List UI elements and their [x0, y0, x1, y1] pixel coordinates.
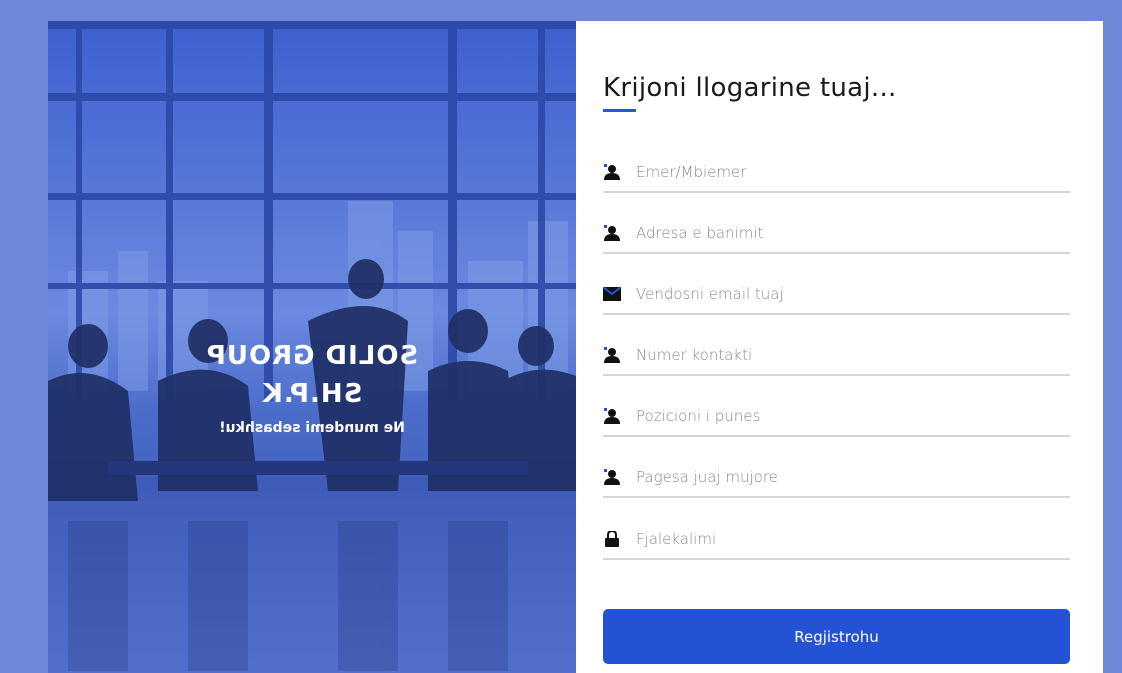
contact-number-field-row	[603, 336, 1070, 376]
email-input[interactable]	[636, 279, 1056, 309]
full-name-input[interactable]	[636, 157, 1056, 187]
job-position-input[interactable]	[636, 401, 1056, 431]
address-input[interactable]	[636, 218, 1056, 248]
signup-card: SOLID GROUP SH.P.K Ne mundemi sebashku! …	[48, 21, 1103, 673]
full-name-field-row	[603, 153, 1070, 193]
password-input[interactable]	[636, 524, 1056, 554]
monthly-salary-field-row	[603, 458, 1070, 498]
address-field-row	[603, 214, 1070, 254]
job-position-field-row	[603, 397, 1070, 437]
contact-number-input[interactable]	[636, 340, 1056, 370]
company-tagline: Ne mundemi sebashku!	[219, 420, 405, 436]
user-icon	[603, 468, 621, 486]
monthly-salary-input[interactable]	[636, 462, 1056, 492]
register-button[interactable]: Regjistrohu	[603, 609, 1070, 664]
company-type: SH.P.K	[261, 379, 363, 409]
form-title: Krijoni llogarine tuaj...	[603, 73, 897, 103]
hero-text-block: SOLID GROUP SH.P.K Ne mundemi sebashku!	[48, 339, 576, 437]
lock-icon	[603, 530, 621, 548]
user-icon	[603, 163, 621, 181]
user-icon	[603, 224, 621, 242]
title-underline	[603, 109, 636, 112]
company-name: SOLID GROUP	[205, 341, 419, 371]
envelope-icon	[603, 285, 621, 303]
user-icon	[603, 407, 621, 425]
hero-image-panel: SOLID GROUP SH.P.K Ne mundemi sebashku!	[48, 21, 576, 673]
user-icon	[603, 346, 621, 364]
signup-form-panel: Krijoni llogarine tuaj... Emer/Mbiemer A…	[576, 21, 1103, 673]
password-field-row	[603, 520, 1070, 560]
email-field-row	[603, 275, 1070, 315]
